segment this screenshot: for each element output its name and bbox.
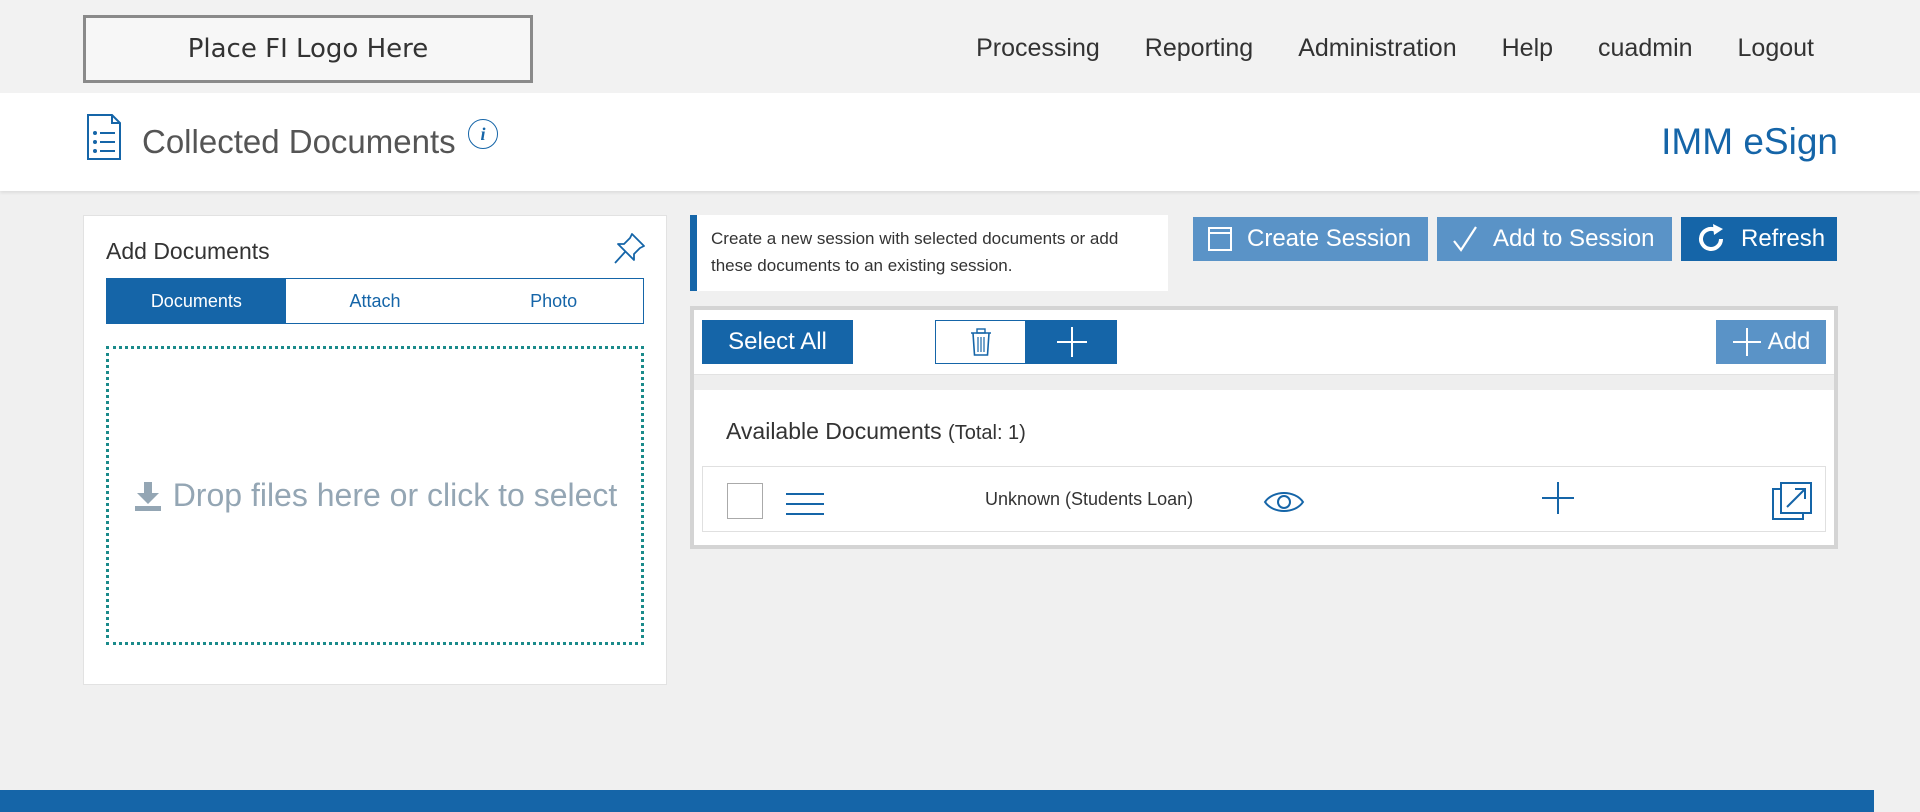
add-selected-button[interactable] xyxy=(1026,320,1117,364)
document-list-icon xyxy=(87,114,121,160)
nav-user[interactable]: cuadmin xyxy=(1598,34,1693,63)
page-header: Collected Documents i IMM eSign xyxy=(0,93,1920,191)
plus-icon xyxy=(1732,328,1761,356)
page-title: Collected Documents xyxy=(142,123,456,160)
nav-logout[interactable]: Logout xyxy=(1738,34,1814,63)
documents-toolbar: Select All Add xyxy=(694,310,1834,374)
dropzone-label: Drop files here or click to select xyxy=(133,477,618,514)
toolbar-divider xyxy=(694,374,1834,390)
add-document-button[interactable]: Add xyxy=(1716,320,1826,364)
nav-administration[interactable]: Administration xyxy=(1298,34,1456,63)
footer-bar xyxy=(0,790,1874,812)
trash-icon xyxy=(970,328,991,356)
nav-processing[interactable]: Processing xyxy=(976,34,1100,63)
document-row: Unknown (Students Loan) xyxy=(702,466,1826,532)
delete-button[interactable] xyxy=(935,320,1026,364)
download-icon xyxy=(134,481,161,511)
documents-total: (Total: 1) xyxy=(948,422,1026,444)
fi-logo: Place FI Logo Here xyxy=(83,15,533,83)
available-documents-title: Available Documents (Total: 1) xyxy=(726,418,1026,445)
menu-icon[interactable] xyxy=(785,489,825,519)
tab-photo[interactable]: Photo xyxy=(464,279,644,323)
select-all-button[interactable]: Select All xyxy=(702,320,853,364)
document-name: Unknown (Students Loan) xyxy=(985,489,1194,509)
refresh-icon xyxy=(1699,224,1723,251)
create-session-button[interactable]: Create Session xyxy=(1193,217,1428,261)
square-icon xyxy=(1208,227,1232,251)
session-notice: Create a new session with selected docum… xyxy=(690,215,1168,291)
refresh-label: Refresh xyxy=(1741,225,1826,252)
tab-documents[interactable]: Documents xyxy=(107,279,286,323)
plus-icon[interactable] xyxy=(1541,481,1575,515)
main-nav: Processing Reporting Administration Help… xyxy=(931,34,1814,63)
checkmark-icon xyxy=(1453,226,1477,252)
add-to-session-button[interactable]: Add to Session xyxy=(1437,217,1672,261)
panel-title: Add Documents xyxy=(106,238,270,264)
document-checkbox[interactable] xyxy=(727,483,763,519)
add-to-session-label: Add to Session xyxy=(1493,225,1655,252)
pin-icon[interactable] xyxy=(612,230,648,266)
create-session-label: Create Session xyxy=(1247,225,1412,252)
add-documents-tabs: Documents Attach Photo xyxy=(106,278,644,324)
tab-attach[interactable]: Attach xyxy=(285,279,465,323)
eye-icon[interactable] xyxy=(1263,487,1305,517)
nav-help[interactable]: Help xyxy=(1502,34,1553,63)
refresh-button[interactable]: Refresh xyxy=(1681,217,1837,261)
available-documents-label: Available Documents xyxy=(726,418,942,444)
plus-icon xyxy=(1056,327,1087,357)
available-documents-panel: Select All Add Available Documents (Tota… xyxy=(690,306,1838,549)
top-header: Place FI Logo Here Processing Reporting … xyxy=(0,0,1920,93)
add-documents-panel: Add Documents Documents Attach Photo Dro… xyxy=(83,215,667,685)
open-external-icon[interactable] xyxy=(1771,481,1813,521)
file-dropzone[interactable]: Drop files here or click to select xyxy=(106,346,644,645)
add-document-label: Add xyxy=(1767,328,1811,355)
nav-reporting[interactable]: Reporting xyxy=(1145,34,1253,63)
product-brand: IMM eSign xyxy=(1661,121,1838,162)
dropzone-text: Drop files here or click to select xyxy=(172,477,618,513)
info-icon[interactable]: i xyxy=(468,119,498,149)
